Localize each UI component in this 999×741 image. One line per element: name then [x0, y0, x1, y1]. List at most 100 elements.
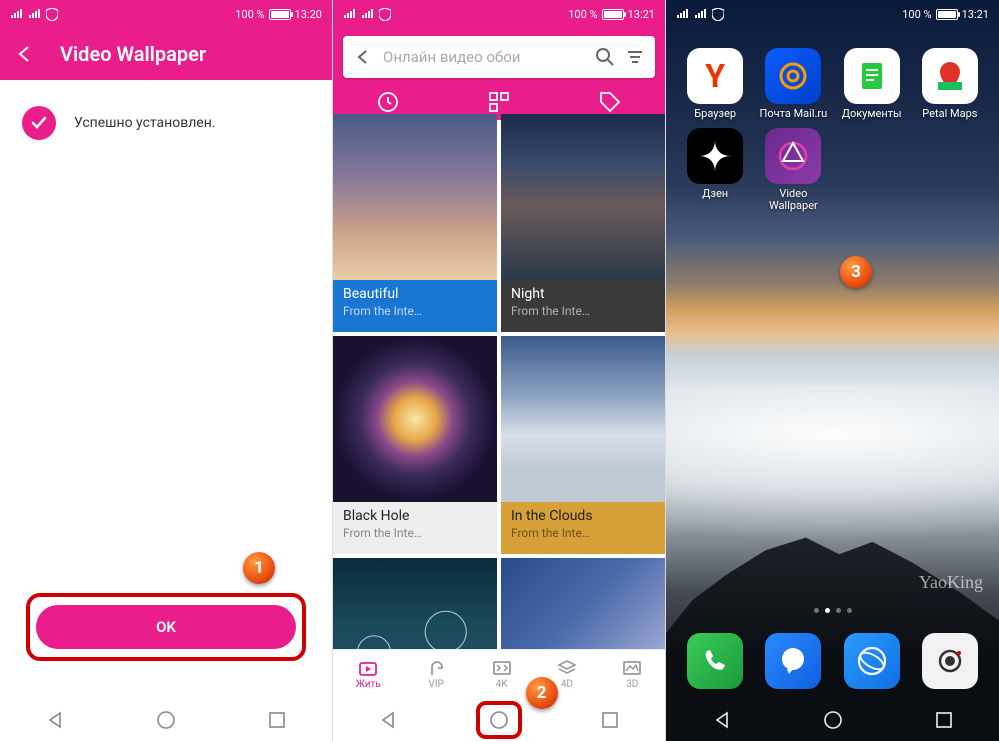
- annotation-badge-2: 2: [526, 677, 558, 709]
- petal-maps-icon: [922, 48, 978, 104]
- search-icon[interactable]: [595, 47, 615, 67]
- wallpaper-thumb: [333, 336, 497, 502]
- dzen-icon: [687, 128, 743, 184]
- signal-icon: [676, 8, 690, 20]
- battery-icon: [936, 9, 958, 20]
- status-bar: 100 % 13:21: [333, 0, 665, 28]
- battery-icon: [602, 9, 624, 20]
- screen-3-homescreen: 100 % 13:21 YБраузер Почта Mail.ru Докум…: [666, 0, 999, 741]
- dock-messages[interactable]: [758, 633, 828, 689]
- status-bar: 100 % 13:21: [666, 0, 999, 28]
- wallpaper-clouds: [666, 385, 999, 548]
- wallpaper-card[interactable]: Beautiful From the Inte…: [333, 114, 497, 332]
- wallpaper-subtitle: From the Inte…: [511, 304, 655, 318]
- success-text: Успешно установлен.: [74, 115, 215, 131]
- signal-icon: [10, 8, 24, 20]
- clock: 13:21: [628, 8, 655, 21]
- app-petal-maps[interactable]: Petal Maps: [915, 48, 985, 120]
- back-icon[interactable]: [14, 43, 36, 65]
- battery-pct: 100 %: [235, 8, 264, 21]
- wallpaper-thumb: [333, 558, 497, 649]
- app-documents[interactable]: Документы: [837, 48, 907, 120]
- camera-icon: [922, 633, 978, 689]
- app-bar: Video Wallpaper: [0, 28, 332, 80]
- shield-icon: [379, 8, 391, 21]
- bottom-tabs: Жить VIP 4K 4D 3D: [333, 649, 665, 699]
- history-icon[interactable]: [376, 90, 400, 114]
- nav-back-icon[interactable]: [377, 709, 399, 731]
- app-video-wallpaper[interactable]: Video Wallpaper: [758, 128, 828, 212]
- top-bar: Онлайн видео обои: [333, 28, 665, 84]
- search-bar[interactable]: Онлайн видео обои: [343, 36, 655, 78]
- annotation-badge-1: 1: [243, 552, 275, 584]
- android-nav: [0, 699, 332, 741]
- screen-1-success: 100 % 13:20 Video Wallpaper Успешно уста…: [0, 0, 333, 741]
- back-icon[interactable]: [353, 47, 373, 67]
- browser-icon: [844, 633, 900, 689]
- app-yandex-browser[interactable]: YБраузер: [680, 48, 750, 120]
- nav-home-icon[interactable]: [155, 709, 177, 731]
- app-grid: YБраузер Почта Mail.ru Документы Petal M…: [680, 48, 985, 212]
- wallpaper-gallery[interactable]: Beautiful From the Inte… Night From the In…: [333, 114, 665, 649]
- signal-icon: [28, 8, 42, 20]
- battery-pct: 100 %: [568, 8, 597, 21]
- search-placeholder: Онлайн видео обои: [383, 48, 585, 66]
- dock-browser[interactable]: [837, 633, 907, 689]
- nav-back-icon[interactable]: [44, 709, 66, 731]
- shield-icon: [46, 8, 58, 21]
- tab-live[interactable]: Жить: [356, 659, 381, 690]
- dock-camera[interactable]: [915, 633, 985, 689]
- wallpaper-title: In the Clouds: [511, 508, 655, 524]
- wallpaper-thumb: [333, 114, 497, 280]
- signal-icon: [343, 8, 357, 20]
- nav-recent-icon[interactable]: [266, 709, 288, 731]
- watermark: YaoKing: [919, 572, 983, 593]
- check-icon: [22, 106, 56, 140]
- documents-icon: [844, 48, 900, 104]
- signal-icon: [361, 8, 375, 20]
- tab-vip[interactable]: VIP: [426, 659, 446, 690]
- wallpaper-card[interactable]: Dandelion: [333, 558, 497, 649]
- nav-recent-icon[interactable]: [599, 709, 621, 731]
- wallpaper-title: Beautiful: [343, 286, 487, 302]
- success-row: Успешно установлен.: [0, 80, 332, 166]
- wallpaper-subtitle: From the Inte…: [511, 526, 655, 540]
- screen-2-gallery: 100 % 13:21 Онлайн видео обои Beautiful F…: [333, 0, 666, 741]
- tag-icon[interactable]: [598, 90, 622, 114]
- clock: 13:20: [295, 8, 322, 21]
- wallpaper-card[interactable]: Black Hole From the Inte…: [333, 336, 497, 554]
- mailru-icon: [765, 48, 821, 104]
- phone-icon: [687, 633, 743, 689]
- nav-back-icon[interactable]: [711, 709, 733, 731]
- app-mailru[interactable]: Почта Mail.ru: [758, 48, 828, 120]
- nav-home-icon[interactable]: [822, 709, 844, 731]
- app-title: Video Wallpaper: [60, 42, 206, 66]
- messages-icon: [765, 633, 821, 689]
- video-wallpaper-icon: [765, 128, 821, 184]
- annotation-badge-3: 3: [840, 256, 872, 288]
- ok-button[interactable]: OK: [36, 605, 296, 649]
- nav-recent-icon[interactable]: [933, 709, 955, 731]
- wallpaper-thumb: [501, 558, 665, 649]
- tab-3d[interactable]: 3D: [622, 659, 642, 690]
- dock-phone[interactable]: [680, 633, 750, 689]
- wallpaper-subtitle: From the Inte…: [343, 526, 487, 540]
- grid-icon[interactable]: [487, 90, 511, 114]
- dock: [680, 633, 985, 689]
- wallpaper-card[interactable]: In the Clouds From the Inte…: [501, 336, 665, 554]
- wallpaper-title: Night: [511, 286, 655, 302]
- ok-highlight: OK: [26, 593, 306, 661]
- wallpaper-subtitle: From the Inte…: [343, 304, 487, 318]
- app-dzen[interactable]: Дзен: [680, 128, 750, 212]
- filter-icon[interactable]: [625, 47, 645, 67]
- wallpaper-title: Black Hole: [343, 508, 487, 524]
- battery-icon: [269, 9, 291, 20]
- home-highlight: [476, 701, 522, 739]
- tab-4k[interactable]: 4K: [492, 659, 512, 690]
- tab-4d[interactable]: 4D: [557, 659, 577, 690]
- clock: 13:21: [962, 8, 989, 21]
- wallpaper-card[interactable]: Night From the Inte…: [501, 114, 665, 332]
- status-bar: 100 % 13:20: [0, 0, 332, 28]
- battery-pct: 100 %: [902, 8, 931, 21]
- wallpaper-card[interactable]: Diamond: [501, 558, 665, 649]
